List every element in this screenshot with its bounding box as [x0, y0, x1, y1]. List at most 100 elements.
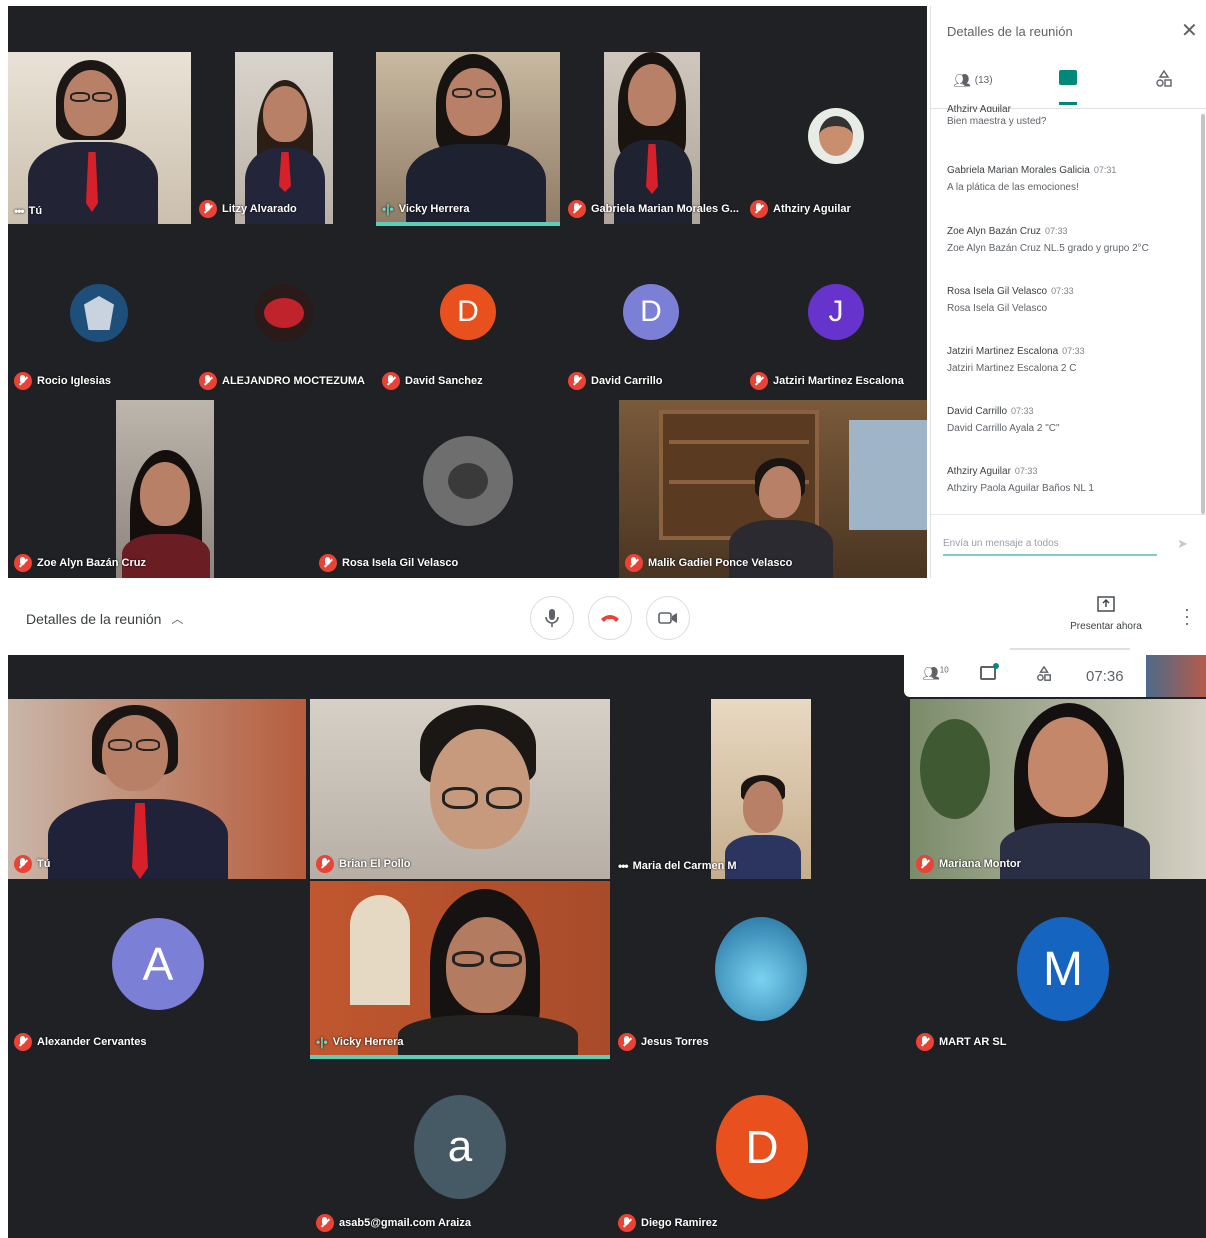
profile-photo	[808, 108, 864, 164]
chat-scrollbar[interactable]	[1201, 114, 1205, 514]
profile-photo	[70, 284, 128, 342]
chat-sender: Zoe Alyn Bazán Cruz	[947, 226, 1041, 237]
participant-name: ••• Maria del Carmen M	[618, 859, 737, 873]
hang-up-icon	[601, 615, 619, 622]
tile-participant[interactable]: Mariana Montor	[910, 699, 1206, 879]
tile-participant[interactable]: D Diego Ramirez	[612, 1061, 908, 1238]
camera-button[interactable]	[646, 596, 690, 640]
tile-participant[interactable]: Zoe Alyn Bazán Cruz	[8, 400, 308, 578]
muted-mic-icon	[916, 855, 934, 873]
video-camera-icon	[658, 612, 677, 624]
tile-participant[interactable]: A Alexander Cervantes	[8, 881, 306, 1057]
active-speaker-indicator	[376, 222, 560, 226]
participant-name: •|• Vicky Herrera	[316, 1035, 404, 1049]
chat-input[interactable]: Envía un mensaje a todos	[943, 538, 1157, 556]
tile-participant[interactable]: Gabriela Marian Morales G...	[562, 52, 742, 224]
more-options-icon[interactable]: · · ·	[1184, 600, 1190, 632]
tile-participant[interactable]: Brian El Pollo	[310, 699, 610, 879]
participant-name: ••• Tú	[14, 204, 43, 218]
video-feed	[310, 881, 610, 1059]
avatar-initial: a	[414, 1095, 506, 1199]
chat-sender: David Carrillo	[947, 406, 1008, 417]
profile-photo	[423, 436, 513, 526]
audio-wave-icon: •|•	[382, 202, 394, 216]
muted-mic-icon	[14, 1033, 32, 1051]
participant-name: Jatziri Martinez Escalona	[750, 372, 904, 390]
chevron-up-icon: ︿	[171, 612, 184, 626]
muted-mic-icon	[568, 200, 586, 218]
self-view-thumbnail[interactable]	[1146, 655, 1206, 697]
muted-mic-icon	[199, 372, 217, 390]
tile-participant-active-speaker[interactable]: •|• Vicky Herrera	[310, 881, 610, 1059]
bottom-video-grid: 👥︎10 07:36 Tú Brian El Pollo ••• Maria d…	[8, 655, 1206, 1238]
chat-message: David Carrillo 07:33 David Carrillo Ayala…	[947, 401, 1197, 434]
chat-time: 07:33	[1051, 286, 1074, 296]
tile-participant[interactable]: Rosa Isela Gil Velasco	[313, 400, 613, 578]
tile-self[interactable]: ••• Tú	[8, 52, 191, 224]
chat-message: Athziry Aguilar 07:33 Athziry Paola Aguil…	[947, 461, 1197, 494]
meeting-control-bar: Detalles de la reunión ︿ Presentar ahora…	[0, 580, 1206, 652]
tile-participant[interactable]: D David Sanchez	[376, 228, 560, 396]
participant-name: Mariana Montor	[916, 855, 1021, 873]
participant-name: Diego Ramirez	[618, 1214, 717, 1232]
tile-participant[interactable]: Litzy Alvarado	[193, 52, 371, 224]
participant-name: Rocio Iglesias	[14, 372, 111, 390]
tile-participant[interactable]: Jesus Torres	[612, 881, 908, 1057]
chat-text: Zoe Alyn Bazán Cruz NL.5 grado y grupo 2…	[947, 243, 1149, 254]
chat-time: 07:31	[1093, 165, 1117, 175]
activities-button[interactable]	[1036, 665, 1052, 687]
muted-mic-icon	[750, 200, 768, 218]
chat-button[interactable]	[980, 663, 999, 680]
muted-mic-icon	[199, 200, 217, 218]
meeting-details-button[interactable]: Detalles de la reunión ︿	[26, 610, 183, 627]
tile-participant[interactable]: Athziry Aguilar	[744, 52, 927, 224]
tile-participant[interactable]: M MART AR SL	[910, 881, 1206, 1057]
more-dots-icon: •••	[14, 204, 25, 218]
tile-participant[interactable]: D David Carrillo	[562, 228, 742, 396]
chat-time: 07:33	[1044, 226, 1068, 236]
avatar-initial: D	[716, 1095, 808, 1199]
people-icon: 👥︎	[953, 72, 971, 88]
video-feed	[711, 699, 811, 879]
profile-photo	[255, 284, 313, 342]
participant-name: Brian El Pollo	[316, 855, 411, 873]
tab-activities[interactable]	[1155, 69, 1173, 93]
chat-sender: Gabriela Marian Morales Galicia	[947, 165, 1090, 176]
participant-name: Gabriela Marian Morales G...	[568, 200, 739, 218]
microphone-button[interactable]	[530, 596, 574, 640]
people-button[interactable]: 👥︎10	[922, 665, 949, 682]
muted-mic-icon	[382, 372, 400, 390]
people-icon: 👥︎	[922, 665, 940, 681]
participant-name: Tú	[14, 855, 50, 873]
chat-text: Athziry Paola Aguilar Baños NL 1	[947, 483, 1094, 494]
tile-participant[interactable]: ••• Maria del Carmen M	[612, 699, 908, 879]
video-feed	[116, 400, 214, 578]
present-now-button[interactable]: Presentar ahora	[1058, 596, 1154, 632]
send-icon[interactable]: ➤	[1177, 536, 1188, 552]
leave-call-button[interactable]	[588, 596, 632, 640]
tile-participant[interactable]: a asab5@gmail.com Araiza	[310, 1061, 610, 1238]
close-icon[interactable]: ✕	[1181, 18, 1198, 43]
tile-self[interactable]: Tú	[8, 699, 306, 879]
tile-participant[interactable]: Malik Gadiel Ponce Velasco	[619, 400, 927, 578]
tile-participant[interactable]: J Jatziri Martinez Escalona	[744, 228, 927, 396]
top-video-grid: ••• Tú Litzy Alvarado •|• Vicky Herrera Ga…	[8, 6, 927, 578]
chat-time: 07:33	[1062, 346, 1085, 356]
tab-chat[interactable]	[1059, 70, 1077, 85]
participant-name: David Carrillo	[568, 372, 663, 390]
participant-name: MART AR SL	[916, 1033, 1006, 1051]
participant-name: Malik Gadiel Ponce Velasco	[625, 554, 792, 572]
video-feed	[8, 52, 191, 224]
tab-people[interactable]: 👥︎ (13)	[953, 72, 993, 89]
tile-participant[interactable]: ALEJANDRO MOCTEZUMA	[193, 228, 371, 396]
meeting-details-panel: Detalles de la reunión ✕ 👥︎ (13) Athziry…	[930, 6, 1206, 578]
muted-mic-icon	[916, 1033, 934, 1051]
tile-participant-active-speaker[interactable]: •|• Vicky Herrera	[376, 52, 560, 226]
clock: 07:36	[1086, 668, 1124, 685]
participant-name: Zoe Alyn Bazán Cruz	[14, 554, 146, 572]
participant-name: David Sanchez	[382, 372, 483, 390]
present-screen-icon	[1097, 596, 1115, 612]
tile-participant[interactable]: Rocio Iglesias	[8, 228, 191, 396]
chat-icon	[1059, 70, 1077, 85]
chat-text: A la plática de las emociones!	[947, 182, 1079, 193]
